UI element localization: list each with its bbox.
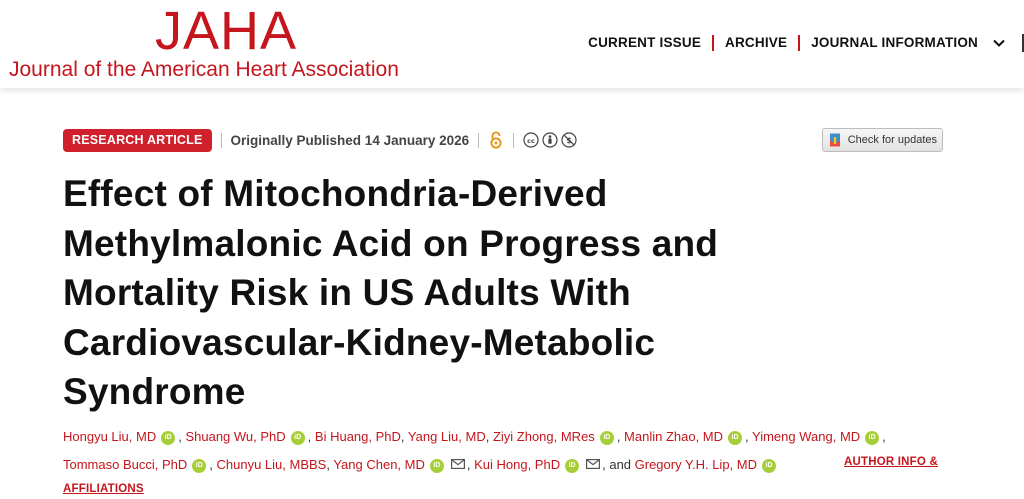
journal-name[interactable]: Journal of the American Heart Associatio…: [9, 57, 399, 83]
nav-divider: [712, 35, 715, 51]
check-for-updates-label: Check for updates: [847, 134, 937, 146]
chevron-down-icon[interactable]: [990, 34, 1008, 52]
orcid-icon[interactable]: iD: [192, 459, 207, 473]
author-name[interactable]: Ziyi Zhong, MRes: [493, 429, 595, 444]
author-name[interactable]: Chunyu Liu, MBBS: [217, 457, 327, 472]
article-title: Effect of Mitochondria‐Derived Methylmal…: [63, 173, 719, 412]
svg-text:cc: cc: [527, 137, 535, 145]
cc-icon: cc: [523, 132, 539, 148]
email-icon[interactable]: [586, 459, 601, 469]
author-name[interactable]: Shuang Wu, PhD: [185, 429, 285, 444]
author-line-2: Tommaso Bucci, PhD iD, Chunyu Liu, MBBS , …: [63, 451, 943, 479]
author-separator: ,: [745, 429, 753, 444]
orcid-icon[interactable]: iD: [429, 459, 444, 473]
site-header: JAHA Journal of the American Heart Assoc…: [0, 0, 1024, 88]
author-list: Hongyu Liu, MD iD, Shuang Wu, PhD iD, Bi H…: [63, 423, 943, 479]
author-separator: ,: [882, 429, 886, 444]
author-name[interactable]: Bi Huang, PhD: [315, 429, 401, 444]
author-info-link-wrap: AUTHOR INFO &: [844, 452, 938, 470]
author-item: Yang Chen, MD iD,: [333, 457, 474, 473]
orcid-icon[interactable]: iD: [728, 431, 743, 445]
author-item: Chunyu Liu, MBBS,: [217, 457, 334, 472]
email-icon[interactable]: [450, 459, 465, 469]
author-name[interactable]: Kui Hong, PhD: [474, 457, 560, 472]
author-name[interactable]: Manlin Zhao, MD: [624, 429, 723, 444]
author-item: Tommaso Bucci, PhD iD,: [63, 457, 217, 473]
author-name[interactable]: Hongyu Liu, MD: [63, 429, 156, 444]
by-icon: [542, 132, 558, 148]
author-separator: , and: [602, 457, 635, 472]
nav-current-issue[interactable]: CURRENT ISSUE: [588, 33, 701, 53]
author-info-link[interactable]: AUTHOR INFO &: [844, 456, 938, 468]
nav-archive[interactable]: ARCHIVE: [725, 33, 787, 53]
author-item: Ziyi Zhong, MRes iD,: [493, 429, 625, 445]
author-separator: ,: [485, 429, 493, 444]
orcid-icon[interactable]: iD: [161, 431, 176, 445]
journal-logo[interactable]: JAHA: [155, 2, 297, 60]
author-line-1: Hongyu Liu, MD iD, Shuang Wu, PhD iD, Bi H…: [63, 423, 943, 451]
meta-divider: [513, 132, 515, 148]
affiliations-link[interactable]: AFFILIATIONS: [63, 483, 144, 495]
author-separator: ,: [400, 429, 408, 444]
author-name[interactable]: Yang Chen, MD: [333, 457, 425, 472]
open-access-icon[interactable]: [488, 131, 504, 149]
meta-divider: [478, 132, 480, 148]
meta-divider: [220, 132, 222, 148]
nav-divider: [798, 35, 801, 51]
author-name[interactable]: Gregory Y.H. Lip, MD: [635, 457, 757, 472]
author-item: Yimeng Wang, MD iD,: [752, 429, 886, 445]
author-item: Manlin Zhao, MD iD,: [624, 429, 753, 445]
author-separator: ,: [616, 429, 625, 444]
author-item: Kui Hong, PhD iD , and: [474, 457, 635, 473]
author-separator: ,: [307, 429, 315, 444]
crossmark-icon: [829, 133, 840, 147]
author-name[interactable]: Yang Liu, MD: [408, 429, 486, 444]
author-item: Yang Liu, MD,: [408, 429, 493, 444]
author-item: Hongyu Liu, MD iD,: [63, 429, 185, 445]
article-type-badge: RESEARCH ARTICLE: [63, 128, 212, 152]
main-nav: CURRENT ISSUE ARCHIVE JOURNAL INFORMATIO…: [588, 33, 1024, 53]
author-separator: ,: [209, 457, 217, 472]
nav-journal-information[interactable]: JOURNAL INFORMATION: [811, 33, 978, 53]
author-item: Shuang Wu, PhD iD,: [185, 429, 315, 445]
affiliations-link-wrap: AFFILIATIONS: [63, 479, 144, 497]
nc-icon: $: [561, 132, 577, 148]
orcid-icon[interactable]: iD: [290, 431, 305, 445]
author-item: Gregory Y.H. Lip, MD iD: [635, 457, 779, 473]
author-name[interactable]: Tommaso Bucci, PhD: [63, 457, 187, 472]
check-for-updates-button[interactable]: Check for updates: [821, 128, 943, 152]
orcid-icon[interactable]: iD: [865, 431, 880, 445]
orcid-icon[interactable]: iD: [565, 459, 580, 473]
author-name[interactable]: Yimeng Wang, MD: [752, 429, 860, 444]
orcid-icon[interactable]: iD: [762, 459, 776, 473]
orcid-icon[interactable]: iD: [599, 431, 614, 445]
published-date: Originally Published 14 January 2026: [230, 132, 470, 148]
author-item: Bi Huang, PhD,: [315, 429, 408, 444]
article-meta-row: RESEARCH ARTICLE Originally Published 14…: [63, 128, 943, 152]
license-icons[interactable]: cc $: [523, 132, 577, 148]
